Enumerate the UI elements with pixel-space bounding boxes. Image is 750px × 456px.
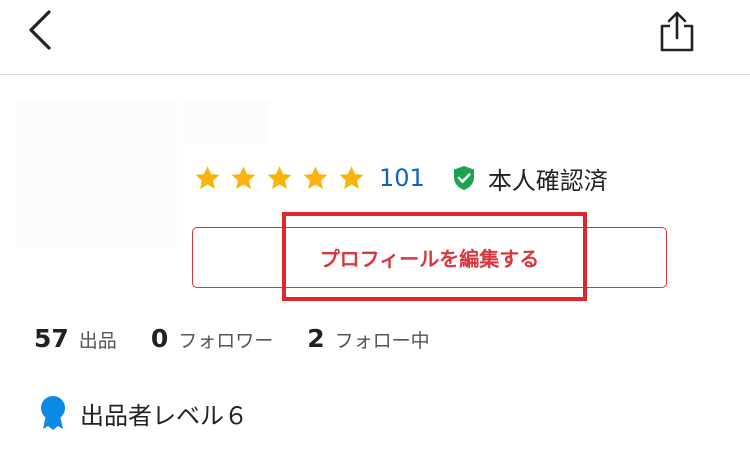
seller-level-row[interactable]: 出品者レベル６ — [38, 394, 248, 432]
star-icon — [267, 165, 292, 189]
rating-row: 101 本人確認済 — [194, 160, 608, 196]
chevron-left-icon — [29, 10, 51, 50]
stat-followers-count: 0 — [150, 324, 169, 353]
stat-listings-label: 出品 — [78, 330, 117, 352]
user-name-placeholder — [185, 100, 269, 144]
stat-following-label: フォロー中 — [334, 330, 430, 352]
edit-profile-button-label: プロフィールを編集する — [319, 247, 540, 271]
top-navigation-bar — [0, 0, 750, 75]
rating-count[interactable]: 101 — [379, 164, 425, 192]
star-icon — [339, 165, 364, 189]
avatar — [17, 100, 177, 248]
stat-listings[interactable]: 57 出品 — [34, 324, 117, 353]
stat-following-count: 2 — [307, 324, 325, 353]
star-icon — [231, 165, 256, 189]
back-button[interactable] — [18, 6, 62, 54]
share-button[interactable] — [654, 6, 700, 56]
star-icon — [303, 165, 328, 189]
seller-level-label: 出品者レベル６ — [80, 401, 248, 430]
share-icon — [660, 11, 694, 52]
rating-stars[interactable] — [194, 165, 365, 192]
stats-row: 57 出品 0 フォロワー 2 フォロー中 — [34, 324, 430, 362]
stat-following[interactable]: 2 フォロー中 — [307, 324, 429, 353]
edit-profile-button[interactable]: プロフィールを編集する — [192, 227, 667, 288]
stat-listings-count: 57 — [34, 324, 69, 353]
star-icon — [195, 165, 220, 189]
verified-shield-icon — [453, 166, 474, 190]
stat-followers-label: フォロワー — [178, 330, 274, 352]
verified-label: 本人確認済 — [487, 166, 608, 195]
stat-followers[interactable]: 0 フォロワー — [151, 324, 273, 353]
badge-icon — [41, 396, 65, 430]
